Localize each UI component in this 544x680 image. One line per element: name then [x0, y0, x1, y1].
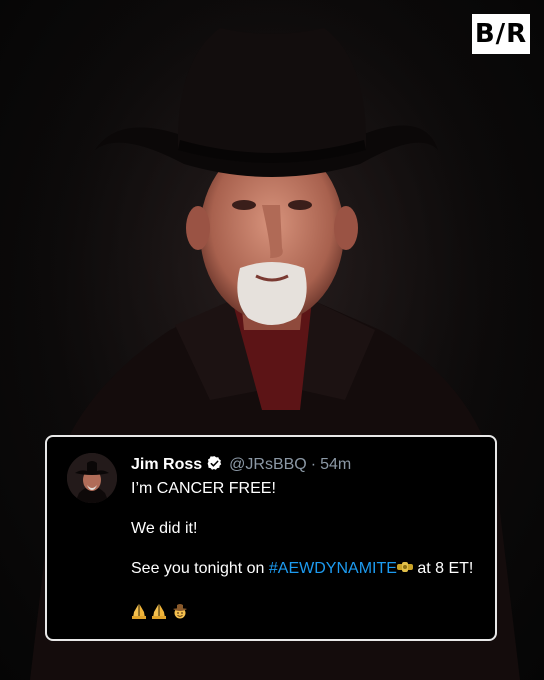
tweet-header: Jim Ross @JRsBBQ · 54m — [131, 455, 351, 477]
display-name[interactable]: Jim Ross — [131, 456, 202, 473]
tweet-card[interactable]: Jim Ross @JRsBBQ · 54m I’m CANCER FREE! We … — [45, 435, 497, 641]
tweet-line-1: I’m CANCER FREE! — [131, 480, 276, 497]
cowboy-face-icon — [172, 603, 188, 619]
folded-hands-icon — [151, 603, 167, 619]
avatar-image — [67, 453, 117, 503]
emoji-row — [131, 603, 188, 622]
bleacher-report-logo: B/R — [472, 14, 530, 54]
folded-hands-icon — [131, 603, 147, 619]
user-handle[interactable]: @JRsBBQ — [229, 456, 307, 473]
tweet-line-2: We did it! — [131, 520, 198, 537]
tweet-body: I’m CANCER FREE! We did it! See you toni… — [131, 479, 481, 579]
verified-badge-icon — [206, 455, 223, 477]
separator-dot: · — [310, 456, 317, 473]
line-3-prefix: See you tonight on — [131, 560, 269, 577]
belt-emoji-icon — [396, 559, 413, 575]
avatar[interactable] — [67, 453, 117, 503]
line-3-suffix: at 8 ET! — [412, 560, 474, 577]
hashtag-link[interactable]: #AEWDYNAMITE — [269, 560, 397, 577]
timestamp[interactable]: 54m — [320, 456, 351, 473]
tweet-line-3: See you tonight on #AEWDYNAMITE at 8 ET! — [131, 559, 481, 579]
